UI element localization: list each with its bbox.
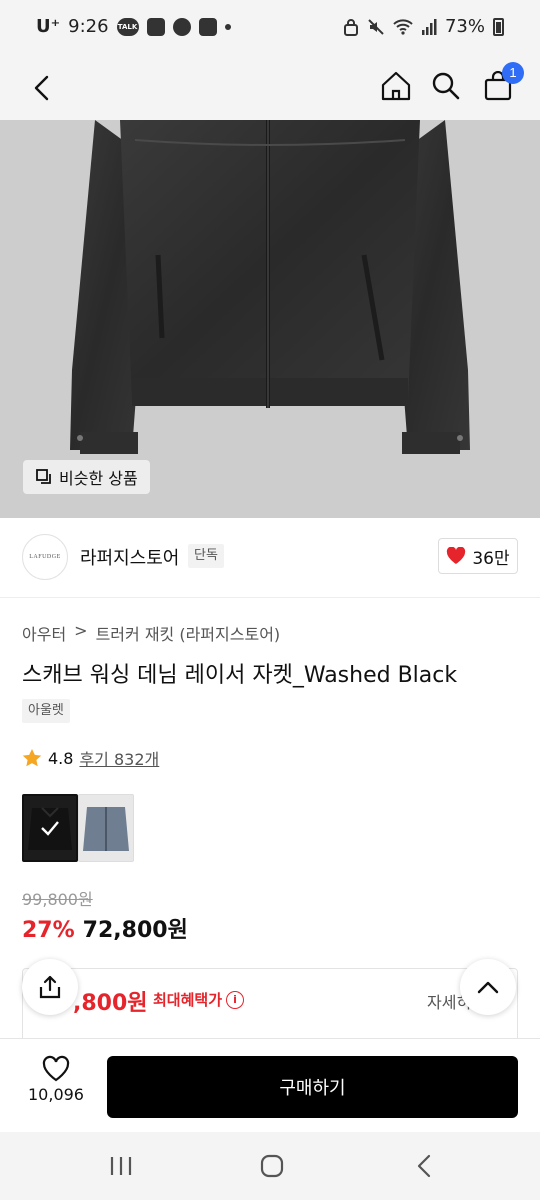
max-benefit-text: 최대혜택가 — [153, 991, 223, 1009]
variant-washed-blue[interactable] — [78, 794, 134, 862]
gallery-icon — [198, 17, 217, 36]
jacket-image — [0, 120, 540, 518]
breadcrumb-category[interactable]: 아우터 — [22, 621, 66, 645]
share-icon — [39, 975, 61, 999]
battery-icon — [493, 17, 504, 36]
nav-back-icon — [417, 1154, 431, 1178]
carrier-label: U⁺ — [36, 16, 61, 37]
mute-icon — [368, 18, 384, 35]
brand-logo[interactable]: LAFUDGE — [22, 534, 68, 580]
selected-overlay — [24, 796, 76, 860]
heart-outline-icon — [42, 1055, 70, 1082]
status-bar: U⁺ 9:26 TALK 73% — [0, 0, 540, 56]
product-hero-image[interactable]: 비슷한 상품 — [0, 120, 540, 518]
variant-washed-black[interactable] — [22, 794, 78, 862]
search-button[interactable] — [426, 66, 466, 106]
product-title: 스캐브 워싱 데님 레이서 자켓_Washed Black — [22, 663, 458, 688]
app-header: 1 — [0, 56, 540, 120]
battery-percent: 73% — [444, 16, 485, 37]
max-benefit-price: ,800원 — [73, 991, 148, 1016]
scroll-top-button[interactable] — [460, 959, 516, 1015]
system-nav-bar — [0, 1132, 540, 1200]
wishlist-count: 10,096 — [28, 1085, 84, 1104]
brand-like-button[interactable]: 36만 — [438, 538, 518, 574]
brand-name[interactable]: 라퍼지스토어 — [80, 544, 179, 570]
discount-rate: 27% — [22, 918, 75, 943]
breadcrumb-subcategory[interactable]: 트러커 재킷 (라퍼지스토어) — [96, 621, 281, 645]
price-row: 27% 72,800원 — [22, 912, 188, 944]
clock: 9:26 — [68, 16, 109, 37]
more-notifications-dot — [224, 23, 231, 30]
recent-apps-button[interactable] — [101, 1150, 141, 1182]
status-left: U⁺ 9:26 TALK — [36, 16, 231, 37]
similar-products-button[interactable]: 비슷한 상품 — [23, 460, 150, 494]
sale-price: 72,800원 — [82, 918, 188, 943]
status-right: 73% — [343, 16, 504, 37]
info-icon[interactable]: i — [226, 990, 245, 1009]
back-button[interactable] — [22, 68, 62, 108]
chevron-up-icon — [477, 981, 499, 994]
review-link[interactable]: 후기 832개 — [79, 746, 159, 770]
buy-button[interactable]: 구매하기 — [107, 1056, 518, 1118]
original-price: 99,800원 — [22, 890, 93, 909]
brand-row: LAFUDGE 라퍼지스토어 단독 36만 — [0, 518, 540, 598]
variant-blue-thumb — [83, 807, 129, 851]
back-icon — [34, 75, 49, 101]
brand-like-count: 36만 — [472, 548, 510, 569]
max-benefit-label: 최대혜택가 i — [153, 989, 245, 1010]
cart-button[interactable]: 1 — [478, 62, 524, 106]
cart-count-badge: 1 — [502, 62, 524, 84]
cafe-icon — [172, 17, 191, 36]
brand-logo-text: LAFUDGE — [29, 554, 61, 560]
breadcrumb: 아우터 > 트러커 재킷 (라퍼지스토어) — [22, 621, 280, 645]
nav-back-button[interactable] — [404, 1150, 444, 1182]
similar-icon — [36, 469, 51, 484]
nav-home-button[interactable] — [252, 1150, 292, 1182]
home-button[interactable] — [376, 66, 416, 106]
wifi-icon — [393, 18, 413, 35]
similar-products-label: 비슷한 상품 — [59, 469, 138, 488]
home-icon — [381, 71, 411, 101]
lock-icon — [343, 18, 358, 36]
notes-icon — [146, 17, 165, 36]
exclusive-badge: 단독 — [188, 544, 224, 568]
signal-icon — [421, 18, 437, 35]
breadcrumb-separator: > — [74, 621, 88, 640]
heart-icon — [447, 547, 466, 564]
outlet-badge: 아울렛 — [22, 699, 70, 723]
home-circle-icon — [260, 1154, 284, 1178]
talk-icon: TALK — [116, 17, 139, 36]
share-button[interactable] — [22, 959, 78, 1015]
star-icon — [22, 749, 42, 767]
purchase-bar: 10,096 구매하기 — [0, 1038, 540, 1132]
check-icon — [41, 821, 59, 836]
search-icon — [432, 72, 460, 100]
recent-apps-icon — [110, 1157, 132, 1175]
max-benefit-box[interactable]: ,800원 최대혜택가 i 자세히 — [22, 968, 518, 1048]
rating-row: 4.8 후기 832개 — [22, 746, 159, 770]
wishlist-button[interactable]: 10,096 — [22, 1055, 90, 1104]
rating-value: 4.8 — [48, 748, 74, 768]
